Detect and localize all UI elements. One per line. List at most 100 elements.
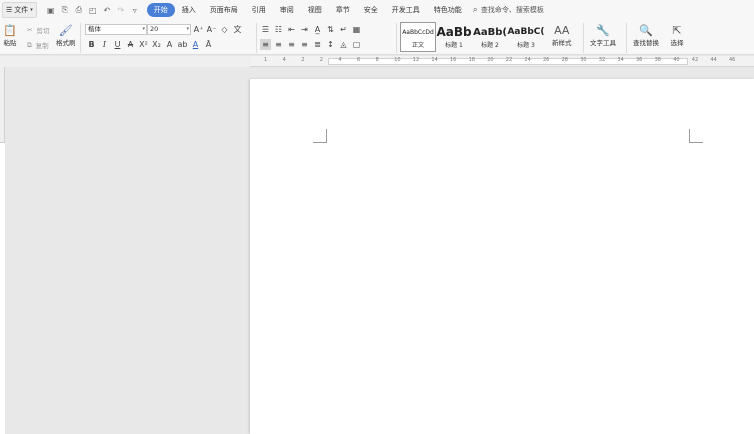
ruler-text-area	[0, 142, 5, 434]
bullet-list-icon[interactable]: ☰	[260, 24, 271, 35]
margin-corner-top-left	[313, 129, 327, 143]
copy-button[interactable]: ⧉ 复制	[27, 40, 49, 51]
tab-view[interactable]: 视图	[301, 3, 329, 17]
ribbon-tabs: 开始 插入 页面布局 引用 审阅 视图 章节 安全 开发工具 特色功能	[146, 3, 469, 17]
command-search[interactable]: ⌕ 查找命令、搜索模板	[473, 5, 544, 15]
divider	[396, 23, 397, 53]
style-normal[interactable]: AaBbCcDd 正文	[400, 22, 436, 52]
tab-references[interactable]: 引用	[245, 3, 273, 17]
style-label: 正文	[411, 42, 424, 49]
select-label: 选择	[670, 39, 684, 47]
align-center-icon[interactable]: ≡	[273, 39, 284, 50]
chinese-layout-icon[interactable]: A̲	[312, 24, 323, 35]
wrench-icon: 🔧	[596, 23, 610, 37]
customize-icon[interactable]: ▿	[129, 4, 141, 16]
tab-features[interactable]: 特色功能	[427, 3, 469, 17]
ruler-tick-label: 30	[580, 57, 587, 63]
cursor-icon: ⇱	[672, 23, 682, 37]
document-page[interactable]	[250, 79, 754, 434]
bold-icon[interactable]: B	[86, 39, 97, 50]
save-icon[interactable]: ▣	[45, 4, 57, 16]
ruler-tick-label: 20	[487, 57, 494, 63]
align-left-icon[interactable]: ≡	[260, 39, 271, 50]
vertical-ruler[interactable]	[0, 67, 5, 434]
ruler-tick-label: 1	[264, 57, 268, 63]
ruler-tick-label: 18	[468, 57, 475, 63]
ruler-tick-label: 22	[505, 57, 513, 63]
grow-font-icon[interactable]: A⁺	[193, 24, 204, 35]
divider	[583, 23, 584, 53]
ruler-tick-label: 46	[729, 57, 736, 63]
select-button[interactable]: ⇱ 选择	[670, 23, 684, 48]
sort-icon[interactable]: ⇅	[325, 24, 336, 35]
tab-home[interactable]: 开始	[146, 3, 175, 17]
tab-section[interactable]: 章节	[329, 3, 357, 17]
strikethrough-icon[interactable]: A	[125, 39, 136, 50]
ruler-tick-label: 44	[710, 57, 717, 63]
highlight-icon[interactable]: ab	[177, 39, 188, 50]
table-layout-icon[interactable]: ▦	[351, 24, 362, 35]
line-spacing-icon[interactable]: ↕	[325, 39, 336, 50]
tab-security[interactable]: 安全	[357, 3, 385, 17]
ruler-tick-label: 16	[450, 57, 457, 63]
font-name-select[interactable]: 楷体 ▾	[85, 24, 147, 35]
decrease-indent-icon[interactable]: ⇤	[286, 24, 297, 35]
redo-icon[interactable]: ↷	[115, 4, 127, 16]
clear-format-icon[interactable]: ◇	[219, 24, 230, 35]
shading-icon[interactable]: ◬	[338, 39, 349, 50]
phonetic-icon[interactable]: 文	[232, 24, 243, 35]
align-right-icon[interactable]: ≡	[286, 39, 297, 50]
style-gallery: AaBbCcDd 正文 AaBb 标题 1 AaBb( 标题 2 AaBbC( …	[400, 22, 550, 52]
text-effect-icon[interactable]: A	[164, 39, 175, 50]
char-shading-icon[interactable]: Ā	[203, 39, 214, 50]
font-size-value: 20	[150, 25, 159, 33]
font-size-select[interactable]: 20 ▾	[147, 24, 191, 35]
increase-indent-icon[interactable]: ⇥	[299, 24, 310, 35]
file-menu-label: 文件	[14, 6, 29, 14]
find-replace-button[interactable]: 🔍 查找替换	[633, 23, 659, 48]
format-painter-button[interactable]: 🖌 格式刷	[56, 23, 76, 48]
horizontal-ruler[interactable]: 1 4 2 2 4 6 8 10 12 14 16 18 20 22 24 26 28 30 32 34 36 38 40 4…	[250, 56, 754, 67]
cut-button[interactable]: ✂ 剪切	[27, 25, 49, 35]
subscript-icon[interactable]: X₂	[151, 39, 162, 50]
tab-page-layout[interactable]: 页面布局	[203, 3, 245, 17]
style-heading-1[interactable]: AaBb 标题 1	[436, 22, 472, 52]
divider	[256, 23, 257, 53]
justify-icon[interactable]: ≡	[299, 39, 310, 50]
ribbon-toolbar: 📋 粘贴 ✂ 剪切 ⧉ 复制 🖌 格式刷 楷体 ▾ 20 ▾ A⁺ A⁻ ◇ 文…	[0, 20, 754, 55]
ruler-tick-label: 28	[561, 57, 568, 63]
font-color-icon[interactable]: A	[190, 39, 201, 50]
shrink-font-icon[interactable]: A⁻	[206, 24, 217, 35]
style-heading-3[interactable]: AaBbC( 标题 3	[507, 22, 544, 52]
show-marks-icon[interactable]: ↵	[338, 24, 349, 35]
text-tools-button[interactable]: 🔧 文字工具	[590, 23, 616, 48]
superscript-icon[interactable]: X²	[138, 39, 149, 50]
paste-button[interactable]: 📋 粘贴	[3, 23, 17, 48]
tab-developer[interactable]: 开发工具	[385, 3, 427, 17]
numbered-list-icon[interactable]: ☷	[273, 24, 284, 35]
chevron-down-icon: ▾	[186, 26, 189, 32]
export-icon[interactable]: ⎘	[59, 4, 71, 16]
style-label: 标题 1	[445, 42, 463, 49]
quick-access-toolbar: ▣ ⎘ ⎙ ◰ ↶ ↷ ▿	[45, 4, 141, 16]
print-icon[interactable]: ⎙	[73, 4, 85, 16]
tab-insert[interactable]: 插入	[175, 3, 203, 17]
hamburger-icon: ☰	[6, 6, 13, 14]
file-menu-button[interactable]: ☰ 文件 ▾	[2, 2, 37, 18]
underline-icon[interactable]: U	[112, 39, 123, 50]
style-heading-2[interactable]: AaBb( 标题 2	[472, 22, 508, 52]
text-tools-label: 文字工具	[590, 39, 616, 47]
new-style-icon: AA	[554, 23, 570, 37]
borders-icon[interactable]: ▢	[351, 39, 362, 50]
distribute-icon[interactable]: ≣	[312, 39, 323, 50]
copy-icon: ⧉	[27, 40, 32, 49]
cut-label: 剪切	[36, 27, 50, 35]
italic-icon[interactable]: I	[99, 39, 110, 50]
tab-review[interactable]: 审阅	[273, 3, 301, 17]
ruler-tick-label: 32	[598, 57, 606, 63]
ruler-tick-label: 36	[636, 57, 643, 63]
ruler-tick-label: 12	[412, 57, 420, 63]
new-style-button[interactable]: AA 新样式	[552, 23, 572, 48]
undo-icon[interactable]: ↶	[101, 4, 113, 16]
print-preview-icon[interactable]: ◰	[87, 4, 99, 16]
